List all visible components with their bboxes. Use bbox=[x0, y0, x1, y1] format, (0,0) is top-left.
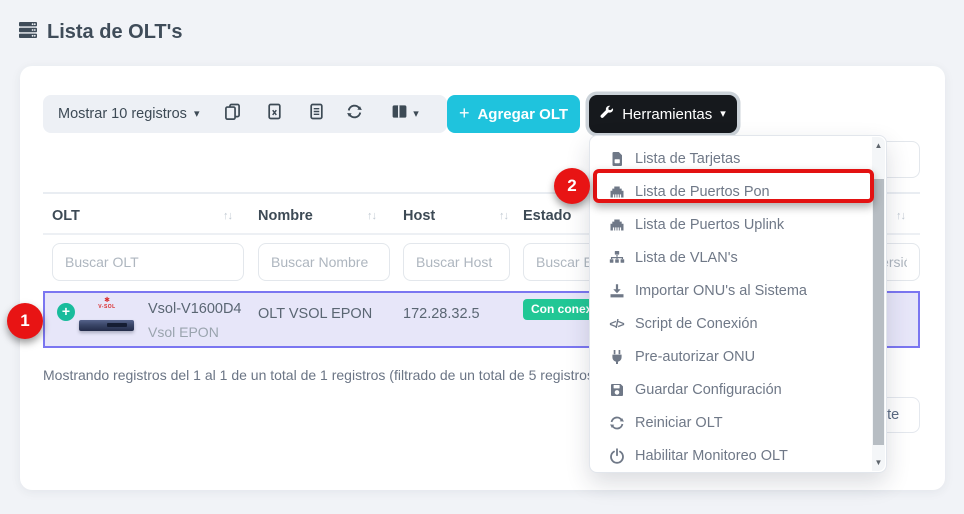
menu-item-importar-onus[interactable]: Importar ONU's al Sistema bbox=[590, 274, 872, 307]
sim-card-icon bbox=[608, 151, 625, 167]
column-header-nombre[interactable]: Nombre ↑↓ bbox=[258, 203, 376, 229]
menu-item-label: Importar ONU's al Sistema bbox=[635, 283, 807, 299]
olt-list-page: Lista de OLT's Mostrar 10 registros ▾ bbox=[0, 0, 964, 514]
menu-item-label: Lista de Puertos Uplink bbox=[635, 217, 784, 233]
annotation-step-2: 2 bbox=[554, 168, 590, 204]
chevron-down-icon: ▾ bbox=[413, 109, 419, 120]
menu-item-label: Script de Conexión bbox=[635, 316, 758, 332]
page-title: Lista de OLT's bbox=[47, 21, 183, 44]
menu-item-label: Habilitar Monitoreo OLT bbox=[635, 448, 788, 464]
server-stack-icon bbox=[18, 20, 38, 45]
chevron-down-icon: ▾ bbox=[194, 109, 200, 120]
menu-item-guardar-configuracion[interactable]: Guardar Configuración bbox=[590, 373, 872, 406]
column-label: OLT bbox=[52, 208, 80, 224]
menu-item-label: Lista de Tarjetas bbox=[635, 151, 740, 167]
records-info: Mostrando registros del 1 al 1 de un tot… bbox=[43, 367, 599, 383]
copy-icon bbox=[224, 103, 241, 125]
row-host: 172.28.32.5 bbox=[403, 306, 480, 322]
chevron-down-icon: ▾ bbox=[720, 109, 726, 120]
row-olt-vendor: Vsol EPON bbox=[148, 324, 219, 340]
menu-item-reiniciar-olt[interactable]: Reiniciar OLT bbox=[590, 406, 872, 439]
menu-item-script-de-conexion[interactable]: </> Script de Conexión bbox=[590, 307, 872, 340]
tools-label: Herramientas bbox=[622, 106, 712, 123]
file-lines-icon bbox=[308, 103, 325, 125]
column-label: Nombre bbox=[258, 208, 313, 224]
filter-nombre-input[interactable] bbox=[258, 243, 390, 281]
show-entries-label: Mostrar 10 registros bbox=[58, 106, 187, 122]
column-header-host[interactable]: Host ↑↓ bbox=[403, 203, 508, 229]
scrollbar-thumb[interactable] bbox=[873, 179, 884, 445]
menu-item-label: Lista de VLAN's bbox=[635, 250, 738, 266]
plug-icon bbox=[608, 349, 625, 365]
plus-icon: + bbox=[62, 303, 70, 319]
filter-olt-input[interactable] bbox=[52, 243, 244, 281]
menu-item-pre-autorizar-onu[interactable]: Pre-autorizar ONU bbox=[590, 340, 872, 373]
export-file-button[interactable] bbox=[303, 95, 329, 133]
scroll-down-icon[interactable]: ▼ bbox=[872, 458, 885, 467]
page-header: Lista de OLT's bbox=[18, 20, 183, 45]
copy-button[interactable] bbox=[219, 95, 245, 133]
power-icon bbox=[608, 448, 625, 464]
refresh-icon bbox=[346, 103, 363, 125]
code-icon: </> bbox=[608, 317, 625, 331]
scroll-up-icon[interactable]: ▲ bbox=[872, 141, 885, 150]
sort-icon: ↑↓ bbox=[499, 210, 508, 222]
refresh-table-button[interactable] bbox=[341, 95, 367, 133]
add-olt-label: Agregar OLT bbox=[477, 106, 568, 123]
refresh-icon bbox=[608, 415, 625, 431]
show-entries-dropdown[interactable]: Mostrar 10 registros ▾ bbox=[58, 95, 199, 133]
tools-dropdown-button[interactable]: Herramientas ▾ bbox=[589, 95, 737, 133]
file-excel-icon bbox=[266, 103, 283, 125]
annotation-highlight-box bbox=[593, 169, 874, 203]
menu-item-lista-de-vlans[interactable]: Lista de VLAN's bbox=[590, 241, 872, 274]
wrench-icon bbox=[600, 105, 614, 123]
save-icon bbox=[608, 382, 625, 398]
column-header-olt[interactable]: OLT ↑↓ bbox=[52, 203, 232, 229]
column-label: Host bbox=[403, 208, 435, 224]
vsol-logo: ✱ V-SOL bbox=[78, 298, 136, 310]
column-label: Estado bbox=[523, 208, 571, 224]
columns-icon bbox=[391, 103, 408, 125]
menu-item-habilitar-monitoreo[interactable]: Habilitar Monitoreo OLT bbox=[590, 439, 872, 472]
row-olt-model: Vsol-V1600D4 bbox=[148, 301, 242, 317]
ethernet-icon bbox=[608, 217, 625, 233]
filter-host-input[interactable] bbox=[403, 243, 510, 281]
logo-text: V-SOL bbox=[78, 304, 136, 310]
sitemap-icon bbox=[608, 250, 625, 266]
menu-item-label: Reiniciar OLT bbox=[635, 415, 723, 431]
device-chassis bbox=[79, 320, 134, 331]
plus-icon: + bbox=[459, 104, 470, 122]
expand-row-button[interactable]: + bbox=[57, 303, 75, 321]
menu-item-lista-de-puertos-uplink[interactable]: Lista de Puertos Uplink bbox=[590, 208, 872, 241]
sort-icon: ↑↓ bbox=[896, 210, 905, 222]
menu-item-label: Pre-autorizar ONU bbox=[635, 349, 755, 365]
download-icon bbox=[608, 283, 625, 299]
row-nombre: OLT VSOL EPON bbox=[258, 306, 372, 322]
sort-icon: ↑↓ bbox=[223, 210, 232, 222]
export-excel-button[interactable] bbox=[261, 95, 287, 133]
add-olt-button[interactable]: + Agregar OLT bbox=[447, 95, 580, 133]
menu-item-label: Guardar Configuración bbox=[635, 382, 782, 398]
annotation-step-1: 1 bbox=[7, 303, 43, 339]
sort-icon: ↑↓ bbox=[367, 210, 376, 222]
column-visibility-button[interactable]: ▾ bbox=[384, 95, 426, 133]
olt-device-image: ✱ V-SOL bbox=[78, 298, 136, 342]
